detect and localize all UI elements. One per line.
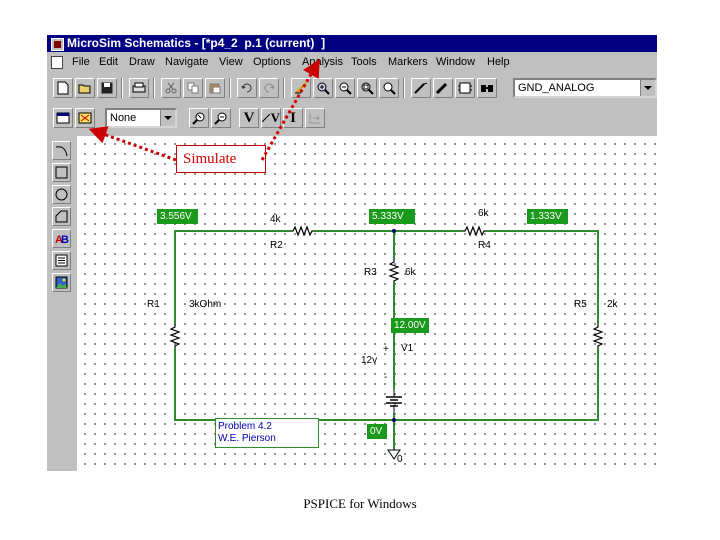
annotation-arrows xyxy=(88,58,320,162)
slide-caption: PSPICE for Windows xyxy=(303,496,417,511)
arrow-to-simulate-button xyxy=(88,126,177,162)
arrow-to-analysis-menu xyxy=(260,58,320,161)
